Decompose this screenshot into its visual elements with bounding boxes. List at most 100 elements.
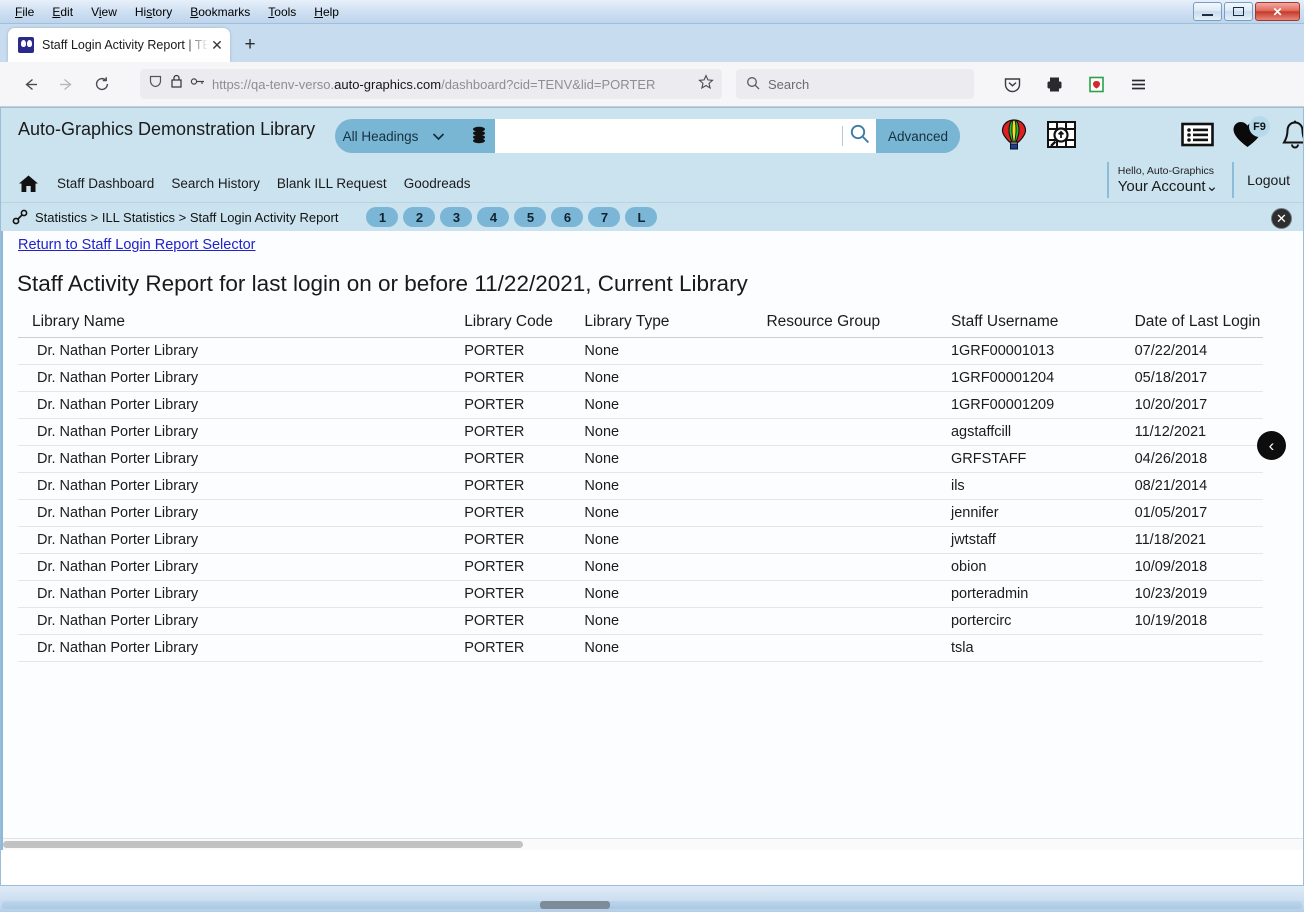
cell-staff-username: jennifer: [950, 499, 1135, 527]
table-row[interactable]: Dr. Nathan Porter Library PORTER None ils 08…: [18, 472, 1263, 500]
browser-search-placeholder: Search: [768, 76, 810, 92]
cell-resource-group: [766, 580, 951, 608]
close-icon[interactable]: ✕: [1271, 208, 1292, 229]
column-header-library-code[interactable]: Library Code: [464, 311, 585, 338]
close-window-button[interactable]: ✕: [1255, 2, 1300, 21]
cell-date-of-last-login: 11/12/2021: [1134, 418, 1263, 446]
table-row[interactable]: Dr. Nathan Porter Library PORTER None agsta…: [18, 418, 1263, 446]
catalog-search-group: All Headings Advanced: [335, 119, 960, 153]
column-header-date-of-last-login[interactable]: Date of Last Login: [1134, 311, 1263, 338]
nav-search-history[interactable]: Search History: [171, 176, 260, 191]
scrollbar-thumb[interactable]: [3, 841, 523, 848]
bookmark-star-icon[interactable]: [698, 73, 714, 95]
menu-history[interactable]: History: [126, 3, 181, 21]
column-header-resource-group[interactable]: Resource Group: [766, 311, 951, 338]
page-button-1[interactable]: 1: [366, 207, 399, 227]
nav-blank-ill-request[interactable]: Blank ILL Request: [277, 176, 387, 191]
nav-goodreads[interactable]: Goodreads: [404, 176, 471, 191]
permissions-key-icon[interactable]: [190, 75, 205, 93]
column-header-library-name[interactable]: Library Name: [18, 311, 465, 338]
menu-file[interactable]: File: [6, 3, 43, 21]
new-tab-button[interactable]: +: [240, 35, 260, 55]
return-to-selector-link[interactable]: Return to Staff Login Report Selector: [18, 237, 256, 253]
hot-air-balloon-icon[interactable]: [1000, 119, 1028, 155]
catalog-search-icon[interactable]: [849, 123, 870, 149]
cell-library-type: None: [584, 418, 767, 446]
notifications-bell-icon[interactable]: [1281, 120, 1304, 155]
table-row[interactable]: Dr. Nathan Porter Library PORTER None obion…: [18, 553, 1263, 581]
cell-library-name: Dr. Nathan Porter Library: [18, 499, 465, 527]
table-row[interactable]: Dr. Nathan Porter Library PORTER None GRFST…: [18, 445, 1263, 473]
table-row[interactable]: Dr. Nathan Porter Library PORTER None 1GRF0…: [18, 337, 1263, 365]
table-row[interactable]: Dr. Nathan Porter Library PORTER None 1GRF0…: [18, 391, 1263, 419]
back-arrow-button[interactable]: ‹: [1257, 431, 1286, 460]
breadcrumb: Statistics > ILL Statistics > Staff Logi…: [35, 209, 339, 225]
my-lists-icon[interactable]: [1181, 122, 1214, 152]
page-button-5[interactable]: 5: [514, 207, 547, 227]
table-row[interactable]: Dr. Nathan Porter Library PORTER None porte…: [18, 580, 1263, 608]
cell-staff-username: portercirc: [950, 607, 1135, 635]
print-icon[interactable]: [1038, 68, 1070, 100]
cell-library-code: PORTER: [464, 418, 585, 446]
cell-library-name: Dr. Nathan Porter Library: [18, 607, 465, 635]
save-to-pocket-icon[interactable]: [996, 68, 1028, 100]
cell-library-type: None: [584, 364, 767, 392]
horizontal-scrollbar[interactable]: [3, 838, 1304, 850]
favorites-heart-icon[interactable]: F9: [1232, 116, 1270, 154]
window-scrollbar-thumb[interactable]: [540, 901, 610, 909]
table-row[interactable]: Dr. Nathan Porter Library PORTER None tsla: [18, 634, 1263, 662]
cell-resource-group: [766, 607, 951, 635]
menu-view[interactable]: View: [82, 3, 126, 21]
table-header-row: Library Name Library Code Library Type R…: [18, 311, 1263, 338]
page-button-7[interactable]: 7: [588, 207, 621, 227]
table-row[interactable]: Dr. Nathan Porter Library PORTER None 1GRF0…: [18, 364, 1263, 392]
cell-staff-username: agstaffcill: [950, 418, 1135, 446]
home-icon[interactable]: [18, 174, 39, 194]
page-button-2[interactable]: 2: [403, 207, 436, 227]
cell-library-type: None: [584, 445, 767, 473]
your-account-menu[interactable]: Hello, Auto-Graphics Your Account⌄: [1106, 162, 1232, 198]
cell-resource-group: [766, 526, 951, 554]
cell-staff-username: ils: [950, 472, 1135, 500]
advanced-search-button[interactable]: Advanced: [876, 119, 960, 153]
back-icon[interactable]: [14, 68, 46, 100]
cell-library-type: None: [584, 607, 767, 635]
logout-link[interactable]: Logout: [1232, 162, 1290, 198]
column-header-staff-username[interactable]: Staff Username: [950, 311, 1135, 338]
table-row[interactable]: Dr. Nathan Porter Library PORTER None jenni…: [18, 499, 1263, 527]
maximize-button[interactable]: [1224, 2, 1253, 21]
map-search-icon[interactable]: [1046, 119, 1077, 155]
menu-help[interactable]: Help: [305, 3, 348, 21]
reload-icon[interactable]: [86, 68, 118, 100]
search-scope-select[interactable]: All Headings: [335, 119, 495, 153]
table-row[interactable]: Dr. Nathan Porter Library PORTER None jwtst…: [18, 526, 1263, 554]
page-button-6[interactable]: 6: [551, 207, 584, 227]
cell-date-of-last-login: 11/18/2021: [1134, 526, 1263, 554]
browser-search-box[interactable]: Search: [736, 69, 974, 99]
minimize-button[interactable]: [1193, 2, 1222, 21]
url-bar[interactable]: https://qa-tenv-verso.auto-graphics.com/…: [140, 69, 722, 99]
menu-tools[interactable]: Tools: [259, 3, 305, 21]
cell-resource-group: [766, 364, 951, 392]
nav-staff-dashboard[interactable]: Staff Dashboard: [57, 176, 154, 191]
cell-resource-group: [766, 634, 951, 662]
extension-icon[interactable]: [1080, 68, 1112, 100]
window-scrollbar-track[interactable]: [2, 901, 1302, 909]
cell-date-of-last-login: 01/05/2017: [1134, 499, 1263, 527]
table-row[interactable]: Dr. Nathan Porter Library PORTER None porte…: [18, 607, 1263, 635]
column-header-library-type[interactable]: Library Type: [584, 311, 767, 338]
search-input-wrapper[interactable]: [495, 119, 876, 153]
tab-staff-login-activity-report[interactable]: Staff Login Activity Report | TENV ✕: [8, 28, 230, 62]
page-button-4[interactable]: 4: [477, 207, 510, 227]
page-button-last[interactable]: L: [625, 207, 658, 227]
menu-edit[interactable]: Edit: [43, 3, 82, 21]
page-button-3[interactable]: 3: [440, 207, 473, 227]
tab-close-icon[interactable]: ✕: [210, 38, 224, 52]
table-body: Dr. Nathan Porter Library PORTER None 1GRF0…: [18, 337, 1263, 662]
app-menu-icon[interactable]: [1122, 68, 1154, 100]
cell-library-type: None: [584, 634, 767, 662]
menu-bar: File Edit View History Bookmarks Tools H…: [6, 3, 348, 21]
menu-bookmarks[interactable]: Bookmarks: [181, 3, 259, 21]
cell-library-type: None: [584, 391, 767, 419]
database-icon[interactable]: [471, 126, 487, 147]
